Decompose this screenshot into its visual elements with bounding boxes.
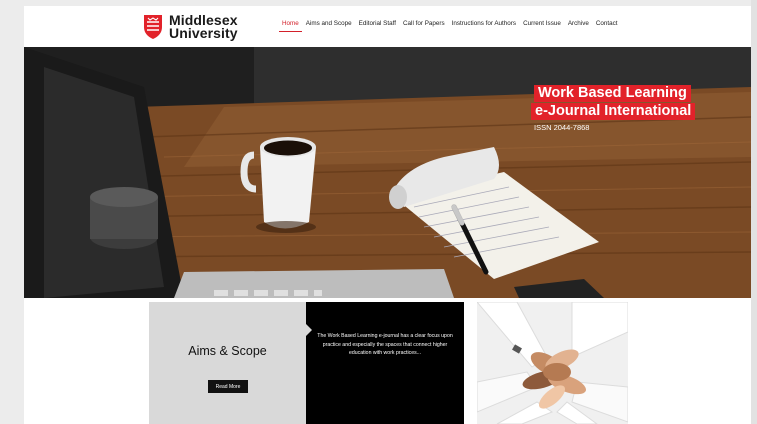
- journal-description: The Work Based Learning e-journal has a …: [317, 333, 453, 356]
- main-navigation: Home Aims and Scope Editorial Staff Call…: [279, 20, 625, 32]
- hero-banner: Work Based Learning e-Journal Internatio…: [24, 47, 751, 298]
- logo-wordmark: Middlesex University: [169, 13, 238, 41]
- web-page: Middlesex University Home Aims and Scope…: [24, 6, 751, 424]
- card-arrow-notch: [306, 324, 312, 336]
- aims-scope-card: Aims & Scope Read More: [149, 302, 306, 424]
- journal-title-line-1: Work Based Learning: [534, 85, 691, 102]
- middlesex-shield-icon: [144, 15, 162, 39]
- journal-title-line-2: e-Journal International: [531, 103, 696, 120]
- stacked-hands-illustration: [477, 302, 628, 424]
- nav-aims-and-scope[interactable]: Aims and Scope: [306, 20, 352, 27]
- nav-editorial-staff[interactable]: Editorial Staff: [359, 20, 396, 27]
- nav-instructions-for-authors[interactable]: Instructions for Authors: [452, 20, 516, 27]
- logo-line-2: University: [169, 25, 238, 41]
- site-header: Middlesex University Home Aims and Scope…: [24, 6, 751, 47]
- read-more-button[interactable]: Read More: [208, 380, 248, 393]
- browser-edge: [751, 0, 757, 424]
- university-logo[interactable]: Middlesex University: [143, 13, 238, 41]
- nav-contact[interactable]: Contact: [596, 20, 618, 27]
- nav-home[interactable]: Home: [279, 20, 302, 32]
- description-card: The Work Based Learning e-journal has a …: [306, 302, 464, 424]
- issn-label: ISSN 2044-7868: [534, 123, 590, 132]
- feature-cards: Aims & Scope Read More The Work Based Le…: [24, 302, 751, 424]
- nav-archive[interactable]: Archive: [568, 20, 589, 27]
- nav-call-for-papers[interactable]: Call for Papers: [403, 20, 445, 27]
- nav-current-issue[interactable]: Current Issue: [523, 20, 561, 27]
- aims-scope-title: Aims & Scope: [188, 344, 267, 358]
- teamwork-hands-image: [477, 302, 628, 424]
- journal-title: Work Based Learning e-Journal Internatio…: [531, 85, 696, 121]
